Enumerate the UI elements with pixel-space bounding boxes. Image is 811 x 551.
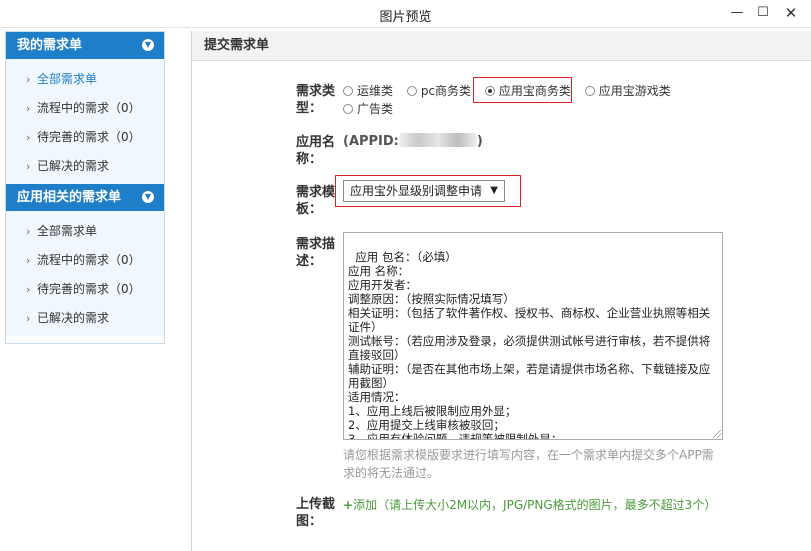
sidebar-item-to-complete[interactable]: › 待完善的需求（0） (6, 123, 164, 152)
radio-yyb-game[interactable]: 应用宝游戏类 (584, 82, 671, 100)
sidebar-item-in-progress[interactable]: › 流程中的需求（0） (6, 246, 164, 275)
description-label: 需求描 述： (296, 236, 335, 270)
app-name-value: (APPID:) (343, 133, 483, 149)
description-text: 应用 包名：（必填） 应用 名称： 应用开发者： 调整原因：（按照实际情况填写）… (348, 250, 711, 440)
sidebar-section-my-requests[interactable]: 我的需求单 ▼ (6, 32, 164, 59)
chevron-right-icon: › (26, 283, 31, 296)
chevron-down-icon[interactable]: ▼ (142, 39, 154, 51)
minimize-icon[interactable]: — (726, 3, 748, 23)
sidebar-section-app-requests[interactable]: 应用相关的需求单 ▼ (6, 184, 164, 211)
description-label-line1: 需求描 (296, 237, 336, 252)
description-hint: 请您根据需求模版要求进行填写内容，在一个需求单内提交多个APP需求的将无法通过。 (343, 448, 714, 480)
chevron-right-icon: › (26, 225, 31, 238)
app-name-label-line2: 称： (296, 152, 323, 167)
close-icon[interactable]: ✕ (780, 3, 802, 23)
sidebar-list-app-requests: › 全部需求单 › 流程中的需求（0） › 待完善的需求（0） › 已解决的需求 (6, 211, 164, 336)
radio-label: 运维类 (357, 84, 394, 98)
chevron-right-icon: › (26, 73, 31, 86)
upload-label-line1: 上传截 (296, 497, 336, 512)
highlight-box (335, 175, 521, 207)
highlight-box (473, 77, 572, 103)
sidebar-item-label: 全部需求单 (37, 224, 98, 238)
app-name-label: 应用名 称： (296, 134, 335, 168)
sidebar-item-label: 流程中的需求（0） (37, 253, 141, 267)
description-label-line2: 述： (296, 254, 323, 269)
type-label-line1: 需求类 (296, 84, 336, 99)
description-textarea[interactable]: 应用 包名：（必填） 应用 名称： 应用开发者： 调整原因：（按照实际情况填写）… (343, 232, 723, 440)
template-label: 需求模 板： (296, 184, 335, 218)
sidebar-item-label: 已解决的需求 (37, 159, 110, 173)
template-label-line2: 板： (296, 202, 323, 217)
sidebar-item-to-complete[interactable]: › 待完善的需求（0） (6, 275, 164, 304)
sidebar-item-label: 流程中的需求（0） (37, 101, 141, 115)
chevron-right-icon: › (26, 131, 31, 144)
sidebar-item-label: 已解决的需求 (37, 311, 110, 325)
panel-title: 提交需求单 (192, 31, 811, 61)
sidebar-section-title: 我的需求单 (17, 38, 83, 53)
app-name-label-line1: 应用名 (296, 135, 336, 150)
chevron-right-icon: › (26, 312, 31, 325)
plus-icon: + (343, 498, 354, 512)
chevron-right-icon: › (26, 160, 31, 173)
chevron-right-icon: › (26, 254, 31, 267)
upload-label: 上传截 图： (296, 496, 335, 530)
sidebar-item-label: 待完善的需求（0） (37, 130, 141, 144)
radio-ad[interactable]: 广告类 (343, 100, 393, 118)
maximize-icon[interactable]: ☐ (752, 3, 774, 23)
window-titlebar: 图片预览 — ☐ ✕ (0, 0, 811, 28)
radio-icon (406, 86, 417, 96)
sidebar-item-label: 待完善的需求（0） (37, 282, 141, 296)
sidebar-item-all[interactable]: › 全部需求单 (6, 65, 164, 94)
redacted-app-id (398, 133, 477, 147)
radio-icon (343, 104, 353, 114)
chevron-right-icon: › (26, 102, 31, 115)
add-screenshot-link[interactable]: +添加（请上传大小2M以内，JPG/PNG格式的图片，最多不超过3个） (343, 496, 716, 513)
radio-icon (584, 86, 595, 96)
app-id-prefix: (APPID: (343, 134, 399, 149)
sidebar-item-resolved[interactable]: › 已解决的需求 (6, 152, 164, 181)
sidebar-item-all[interactable]: › 全部需求单 (6, 217, 164, 246)
sidebar-item-resolved[interactable]: › 已解决的需求 (6, 304, 164, 333)
window-title: 图片预览 (379, 10, 432, 25)
sidebar-item-label: 全部需求单 (37, 72, 98, 86)
chevron-down-icon[interactable]: ▼ (142, 191, 154, 203)
radio-label: 广告类 (357, 102, 394, 116)
sidebar-item-in-progress[interactable]: › 流程中的需求（0） (6, 94, 164, 123)
app-id-suffix: ) (476, 134, 483, 149)
sidebar-section-title: 应用相关的需求单 (17, 190, 122, 205)
radio-icon (343, 86, 353, 96)
type-label-line2: 型： (296, 101, 323, 116)
resize-grip-icon[interactable] (713, 430, 721, 438)
radio-ops[interactable]: 运维类 (343, 82, 393, 100)
type-label: 需求类 型： (296, 83, 335, 117)
sidebar-list-my-requests: › 全部需求单 › 流程中的需求（0） › 待完善的需求（0） › 已解决的需求 (6, 59, 164, 184)
upload-label-line2: 图： (296, 514, 323, 529)
sidebar: 我的需求单 ▼ › 全部需求单 › 流程中的需求（0） › 待完善的需求（0） … (5, 31, 165, 344)
radio-label: 应用宝游戏类 (598, 84, 671, 98)
radio-label: pc商务类 (420, 84, 472, 98)
radio-pc-business[interactable]: pc商务类 (406, 82, 472, 100)
add-screenshot-text: 添加（请上传大小2M以内，JPG/PNG格式的图片，最多不超过3个） (353, 498, 717, 512)
template-label-line1: 需求模 (296, 185, 336, 200)
